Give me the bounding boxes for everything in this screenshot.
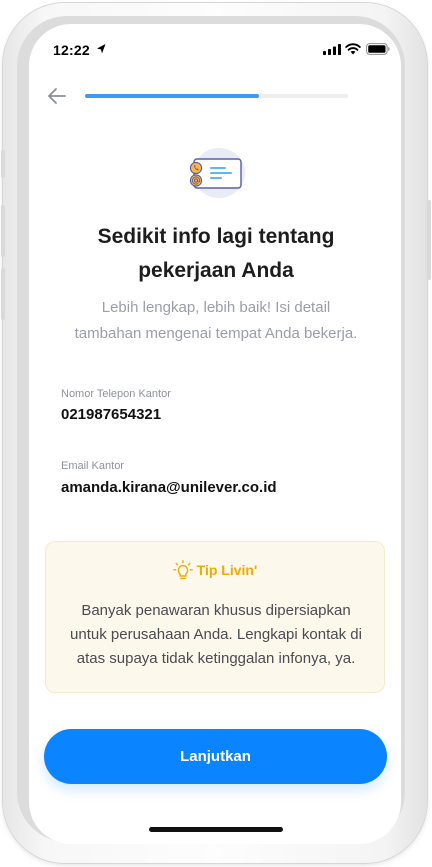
tip-title: Tip Livin' — [196, 562, 258, 578]
office-phone-field[interactable]: 021987654321 — [61, 406, 161, 423]
tip-card: Tip Livin' Banyak penawaran khusus diper… — [45, 541, 385, 693]
page-title-line: Sedikit info lagi tentang — [97, 225, 335, 248]
progress-bar — [85, 94, 348, 98]
office-email-label: Email Kantor — [61, 460, 124, 472]
status-bar: 12:22 — [29, 40, 401, 62]
progress-bar-fill — [85, 94, 259, 98]
phone-side-button — [1, 205, 5, 257]
battery-icon — [366, 43, 390, 55]
page-title-line: pekerjaan Anda — [138, 259, 294, 282]
page-subtitle: Lebih lengkap, lebih baik! Isi detail ta… — [49, 295, 383, 347]
phone-side-button — [1, 150, 5, 178]
phone-side-button — [1, 268, 5, 320]
page-title: Sedikit info lagi tentang pekerjaan Anda — [49, 220, 383, 288]
wifi-icon — [345, 43, 361, 55]
page-subtitle-line: tambahan mengenai tempat Anda bekerja. — [74, 325, 358, 342]
tip-text-line: Banyak penawaran khusus dipersiapkan — [81, 602, 351, 619]
location-arrow-icon — [97, 44, 106, 54]
app-screen: 12:22 Sedikit info lagi tentang pekerjaa… — [29, 24, 401, 844]
status-time: 12:22 — [53, 42, 90, 58]
phone-side-button — [427, 200, 431, 280]
page-subtitle-line: Lebih lengkap, lebih baik! Isi detail — [101, 299, 331, 316]
office-phone-label: Nomor Telepon Kantor — [61, 388, 171, 400]
lightbulb-icon — [172, 560, 193, 580]
tip-header: Tip Livin' — [46, 560, 384, 582]
home-indicator — [149, 827, 283, 832]
arrow-left-icon[interactable] — [45, 85, 69, 107]
tip-text: Banyak penawaran khusus dipersiapkan unt… — [60, 599, 372, 671]
tip-text-line: atas supaya tidak ketinggalan infonya, y… — [76, 650, 356, 667]
cellular-signal-icon — [323, 44, 341, 55]
contact-card-icon — [189, 148, 245, 198]
office-email-field[interactable]: amanda.kirana@unilever.co.id — [61, 479, 277, 496]
tip-text-line: untuk perusahaan Anda. Lengkapi kontak d… — [70, 626, 362, 643]
continue-button[interactable]: Lanjutkan — [44, 729, 387, 784]
